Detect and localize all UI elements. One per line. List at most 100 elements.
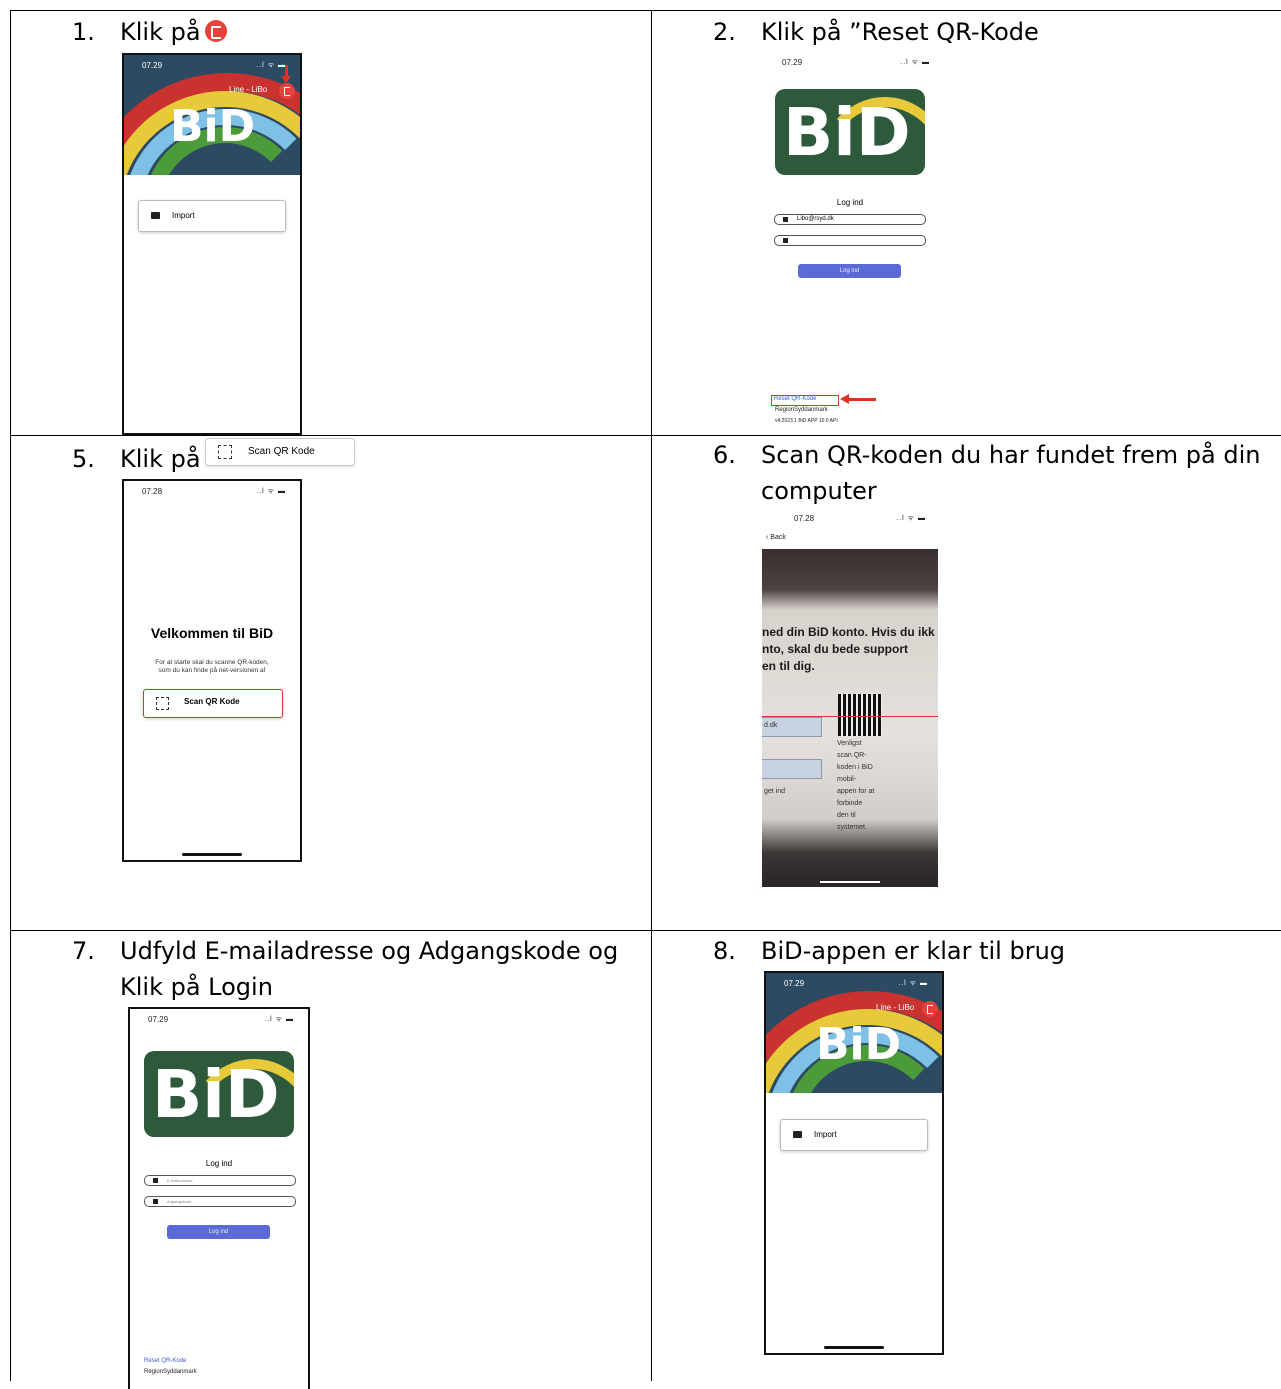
password-placeholder: Adgangskode bbox=[167, 1199, 192, 1204]
bid-header-banner: 07.29 ..l ᯤ ▬ Line - LiBo BiD bbox=[124, 55, 300, 175]
import-label: Import bbox=[814, 1130, 837, 1139]
photo-side-line: koden i BiD bbox=[837, 764, 873, 771]
status-icons: ..l ᯤ ▬ bbox=[900, 59, 930, 66]
step-number: 6. bbox=[713, 441, 736, 469]
welcome-text-line: som du kan finde på net-versionen af bbox=[158, 667, 266, 674]
photo-text-line: en til dig. bbox=[762, 659, 815, 673]
scan-qr-button[interactable]: Scan QR Kode bbox=[143, 689, 283, 718]
status-time: 07.29 bbox=[782, 58, 803, 67]
back-link[interactable]: ‹ Back bbox=[766, 534, 786, 541]
import-button[interactable]: Import bbox=[138, 200, 286, 232]
step-text: Klik på bbox=[120, 18, 201, 46]
step-number: 8. bbox=[713, 937, 736, 965]
table-row-divider-1 bbox=[10, 435, 1281, 436]
user-icon bbox=[153, 1178, 158, 1183]
status-time: 07.29 bbox=[142, 61, 163, 70]
lock-icon bbox=[783, 238, 788, 243]
email-placeholder: E-mailadresse bbox=[167, 1178, 193, 1183]
login-button[interactable]: Log ind bbox=[167, 1225, 270, 1239]
step-7: 7. Udfyld E-mailadresse og Adgangskode o… bbox=[72, 933, 632, 1009]
step-text: BiD-appen er klar til brug bbox=[761, 937, 1066, 965]
bid-header-banner: 07.29 ..l ᯤ ▬ Line - LiBo BiD bbox=[766, 973, 942, 1093]
red-pointer-arrow bbox=[281, 65, 291, 83]
table-border-left bbox=[10, 10, 11, 1381]
photo-side-line: Venligst bbox=[837, 740, 862, 747]
camera-icon bbox=[793, 1131, 802, 1138]
photo-input-box bbox=[762, 759, 822, 779]
inline-scan-qr-button: Scan QR Kode bbox=[205, 438, 355, 466]
login-button[interactable]: Log ind bbox=[798, 264, 901, 278]
scan-qr-label: Scan QR Kode bbox=[184, 697, 240, 706]
reset-qr-link[interactable]: Reset QR-Kode bbox=[774, 396, 816, 402]
table-column-divider bbox=[651, 10, 652, 1381]
table-border-top bbox=[10, 10, 1281, 11]
home-indicator bbox=[182, 853, 242, 856]
phone-screenshot-step-1: 07.29 ..l ᯤ ▬ Line - LiBo BiD Import bbox=[122, 53, 302, 435]
bid-logo-text: BiD bbox=[816, 1019, 902, 1070]
phone-screenshot-step-7: 07.29 ..l ᯤ ▬ BiD Log ind E-mailadresse … bbox=[128, 1007, 310, 1389]
camera-view: ned din BiD konto. Hvis du ikk nto, skal… bbox=[762, 549, 938, 887]
step-6: 6. Scan QR-koden du har fundet frem på d… bbox=[713, 437, 1273, 513]
status-time: 07.29 bbox=[784, 979, 805, 988]
import-button[interactable]: Import bbox=[780, 1119, 928, 1151]
logout-icon[interactable] bbox=[279, 83, 295, 99]
password-field[interactable]: Adgangskode bbox=[144, 1196, 296, 1207]
step-text: Scan QR-koden du har fundet frem på din … bbox=[761, 441, 1261, 505]
photo-side-line: scan QR- bbox=[837, 752, 867, 759]
bid-logo-text: BiD bbox=[783, 94, 911, 171]
step-text: Klik på ”Reset QR-Kode bbox=[761, 18, 1039, 46]
status-icons: ..l ᯤ ▬ bbox=[896, 515, 926, 522]
step-number: 7. bbox=[72, 937, 95, 965]
bid-logo-text: BiD bbox=[170, 101, 256, 152]
status-icons: ..l ᯤ ▬ bbox=[256, 488, 286, 495]
home-indicator bbox=[824, 1346, 884, 1349]
photo-text-line: ned din BiD konto. Hvis du ikk bbox=[762, 625, 935, 639]
email-field[interactable]: Libo@rsyd.dk bbox=[774, 214, 926, 225]
back-label: Back bbox=[770, 534, 786, 541]
photo-side-line: mobil- bbox=[837, 776, 857, 783]
photo-side-line: systemet. bbox=[837, 824, 867, 831]
qr-code-icon bbox=[218, 445, 232, 459]
bid-logo: BiD bbox=[775, 89, 925, 175]
step-number: 2. bbox=[713, 18, 736, 46]
phone-screenshot-step-5: 07.28 ..l ᯤ ▬ Velkommen til BiD For at s… bbox=[122, 479, 302, 862]
step-2: 2. Klik på ”Reset QR-Kode bbox=[713, 14, 1273, 54]
step-1: 1. Klik på bbox=[72, 14, 632, 54]
bid-logo-text: BiD bbox=[152, 1056, 280, 1133]
phone-screenshot-step-8: 07.29 ..l ᯤ ▬ Line - LiBo BiD Import bbox=[764, 971, 944, 1355]
password-field[interactable] bbox=[774, 235, 926, 246]
region-label: RegionSyddanmark bbox=[775, 407, 828, 413]
login-title: Log ind bbox=[836, 198, 864, 207]
phone-screenshot-step-2: 07.29 ..l ᯤ ▬ BiD Log ind Libo@rsyd.dk L… bbox=[764, 52, 944, 432]
status-icons: ..l ᯤ ▬ bbox=[256, 62, 286, 69]
status-icons: ..l ᯤ ▬ bbox=[264, 1016, 294, 1023]
status-time: 07.29 bbox=[148, 1015, 169, 1024]
reset-qr-link[interactable]: Reset QR-Kode bbox=[144, 1358, 186, 1364]
user-icon bbox=[783, 217, 788, 222]
photo-text-line: nto, skal du bede support bbox=[762, 642, 909, 656]
step-text: Udfyld E-mailadresse og Adgangskode og K… bbox=[120, 937, 619, 1001]
step-text: Klik på bbox=[120, 445, 201, 473]
welcome-title: Velkommen til BiD bbox=[150, 625, 274, 641]
logout-icon[interactable] bbox=[922, 1001, 938, 1017]
photo-input-text: d.dk bbox=[764, 722, 778, 729]
photo-side-line: den til bbox=[837, 812, 856, 819]
user-label: Line - LiBo bbox=[876, 1003, 915, 1012]
login-title: Log ind bbox=[205, 1159, 233, 1168]
import-label: Import bbox=[172, 211, 195, 220]
camera-icon bbox=[151, 212, 160, 219]
email-value: Libo@rsyd.dk bbox=[797, 216, 834, 222]
qr-code-icon bbox=[156, 697, 169, 710]
table-row-divider-2 bbox=[10, 930, 1281, 931]
step-number: 1. bbox=[72, 18, 95, 46]
status-time: 07.28 bbox=[794, 514, 815, 523]
welcome-text-line: For at starte skal du scanne QR-koden, bbox=[155, 659, 269, 666]
home-indicator bbox=[820, 881, 880, 883]
phone-screenshot-step-6: 07.28 ..l ᯤ ▬ ‹ Back ned din BiD konto. … bbox=[762, 510, 938, 888]
bid-logo: BiD bbox=[144, 1051, 294, 1137]
photo-side-line: forbinde bbox=[837, 800, 863, 807]
status-icons: ..l ᯤ ▬ bbox=[898, 980, 928, 987]
scan-qr-label: Scan QR Kode bbox=[248, 446, 315, 457]
photo-side-line: appen for at bbox=[837, 788, 875, 795]
email-field[interactable]: E-mailadresse bbox=[144, 1175, 296, 1186]
